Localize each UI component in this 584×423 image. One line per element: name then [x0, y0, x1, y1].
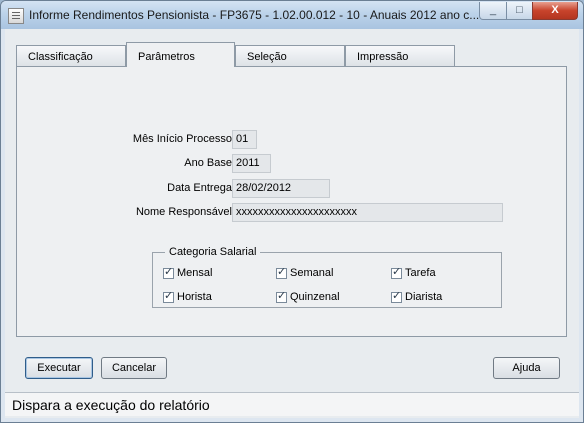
- checkbox-checked-icon[interactable]: [276, 265, 287, 279]
- data-entrega-label: Data Entrega:: [167, 182, 235, 194]
- tab-classificacao[interactable]: Classificação: [16, 45, 126, 66]
- checkbox-semanal-label: Semanal: [290, 267, 334, 279]
- ano-base-label: Ano Base:: [184, 157, 235, 169]
- title-bar[interactable]: Informe Rendimentos Pensionista - FP3675…: [1, 1, 583, 29]
- tab-parametros[interactable]: Parâmetros: [126, 42, 235, 67]
- checkbox-checked-icon[interactable]: [163, 265, 174, 279]
- checkbox-checked-icon[interactable]: [276, 289, 287, 303]
- cancelar-button[interactable]: Cancelar: [101, 357, 167, 379]
- executar-button[interactable]: Executar: [25, 357, 93, 379]
- data-entrega-field[interactable]: 28/02/2012: [232, 179, 330, 198]
- client-area: Classificação Parâmetros Seleção Impress…: [5, 29, 579, 418]
- checkbox-mensal-label: Mensal: [177, 267, 213, 279]
- tab-impressao[interactable]: Impressão: [345, 45, 455, 66]
- mes-inicio-field[interactable]: 01: [232, 130, 257, 149]
- checkbox-diarista-label: Diarista: [405, 291, 443, 303]
- mes-inicio-label: Mês Início Processo:: [132, 133, 235, 145]
- ajuda-button[interactable]: Ajuda: [493, 357, 560, 379]
- checkbox-checked-icon[interactable]: [163, 289, 174, 303]
- checkbox-horista-label: Horista: [177, 291, 212, 303]
- status-bar: Dispara a execução do relatório: [5, 392, 579, 416]
- checkbox-tarefa-label: Tarefa: [405, 267, 436, 279]
- checkbox-checked-icon[interactable]: [391, 289, 402, 303]
- ano-base-field[interactable]: 2011: [232, 154, 271, 173]
- nome-responsavel-label: Nome Responsável:: [135, 206, 235, 218]
- report-window: Informe Rendimentos Pensionista - FP3675…: [0, 0, 584, 423]
- checkbox-checked-icon[interactable]: [391, 265, 402, 279]
- minimize-button[interactable]: _: [479, 2, 507, 20]
- maximize-button[interactable]: □: [506, 2, 533, 20]
- categoria-salarial-group: Categoria Salarial Mensal Semanal Tarefa…: [152, 246, 502, 308]
- checkbox-quinzenal-label: Quinzenal: [290, 291, 340, 303]
- app-icon: [8, 8, 24, 24]
- nome-responsavel-field[interactable]: xxxxxxxxxxxxxxxxxxxxxx: [232, 203, 503, 222]
- close-button[interactable]: X: [532, 2, 578, 20]
- window-title: Informe Rendimentos Pensionista - FP3675…: [29, 8, 479, 22]
- tab-selecao[interactable]: Seleção: [235, 45, 345, 66]
- categoria-salarial-legend: Categoria Salarial: [169, 246, 257, 258]
- parametros-panel: Mês Início Processo: 01 Ano Base: 2011 D…: [16, 66, 567, 337]
